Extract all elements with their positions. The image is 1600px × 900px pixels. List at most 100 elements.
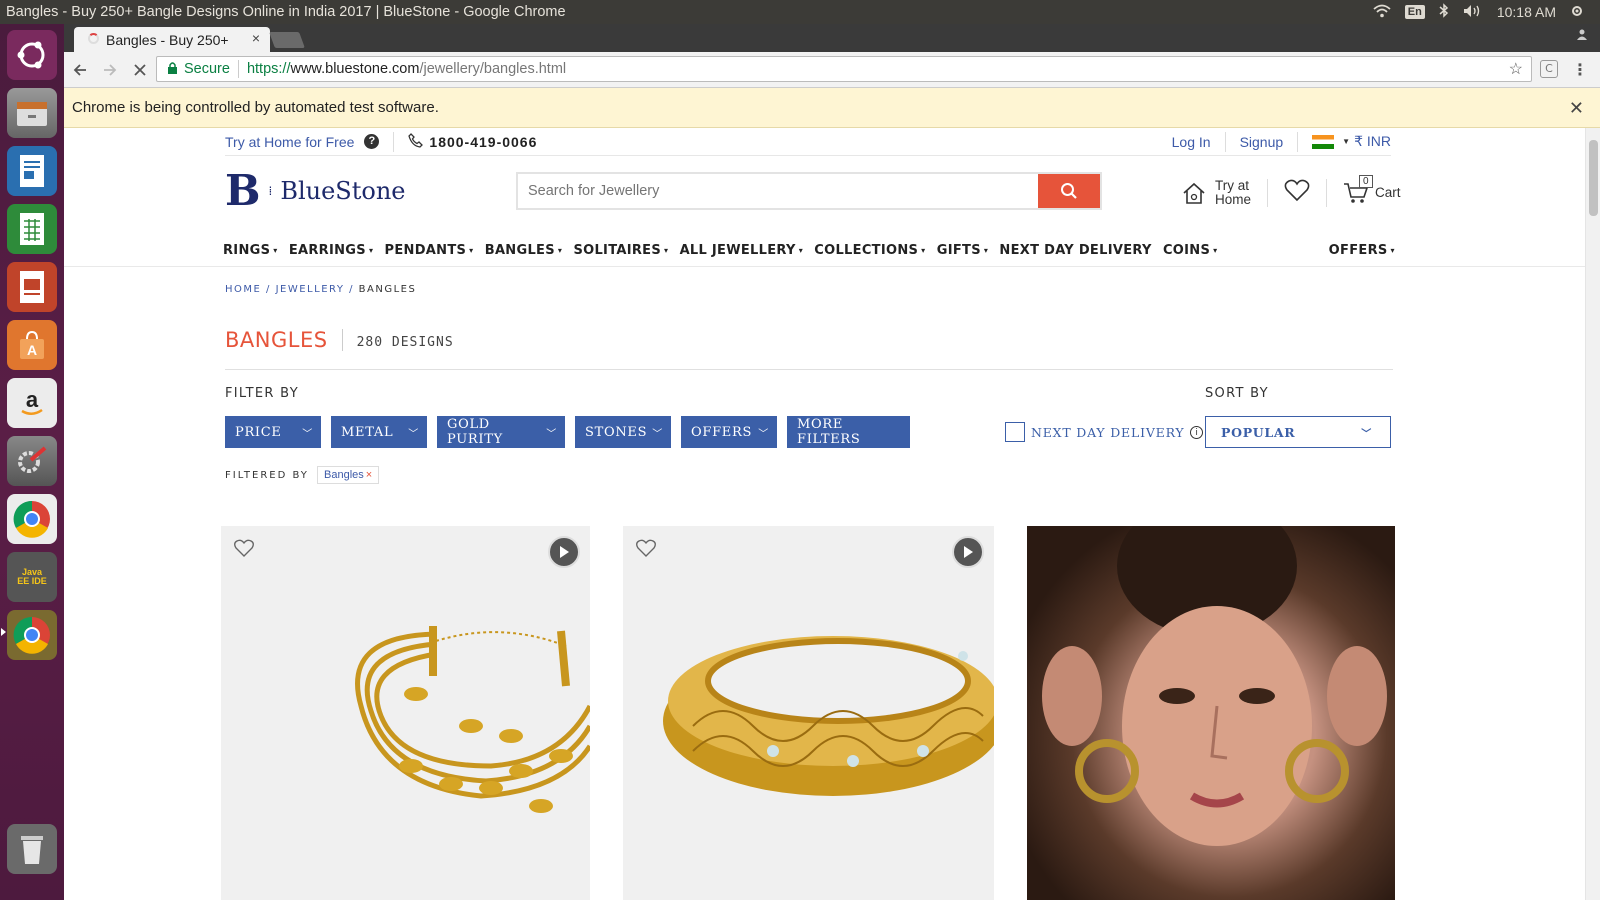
next-day-delivery-toggle[interactable]: NEXT DAY DELIVERY i xyxy=(1005,422,1204,442)
system-settings-icon[interactable] xyxy=(7,436,57,486)
product-card[interactable] xyxy=(221,526,590,900)
currency-caret-icon[interactable]: ▼ xyxy=(1342,137,1350,146)
filter-label: PRICE xyxy=(235,424,282,440)
nav-earrings[interactable]: EARRINGS ▾ xyxy=(289,236,373,264)
sort-value: POPULAR xyxy=(1221,424,1296,440)
java-ee-ide-label: Java EE IDE xyxy=(17,567,47,586)
product-image-bangle xyxy=(663,636,994,796)
nav-label: SOLITAIRES xyxy=(573,242,661,258)
next-day-delivery-checkbox[interactable] xyxy=(1005,422,1025,442)
power-gear-icon[interactable] xyxy=(1570,4,1584,21)
files-icon[interactable] xyxy=(7,88,57,138)
nav-bangles[interactable]: BANGLES ▾ xyxy=(485,236,562,264)
chrome-window: Bangles - Buy 250+ × Secure https:// www… xyxy=(64,24,1600,900)
nav-next-day-delivery[interactable]: NEXT DAY DELIVERY xyxy=(999,236,1151,264)
info-icon[interactable]: i xyxy=(1190,425,1204,439)
nav-offers[interactable]: OFFERS ▾ xyxy=(1329,236,1395,264)
title-divider xyxy=(341,329,343,351)
filter-price[interactable]: PRICE ﹀ xyxy=(225,416,321,448)
libreoffice-impress-icon[interactable] xyxy=(7,262,57,312)
nav-coins[interactable]: COINS ▾ xyxy=(1163,236,1218,264)
new-tab-button[interactable] xyxy=(269,32,305,48)
tab-close-icon[interactable]: × xyxy=(252,30,260,46)
java-ee-ide-icon[interactable]: Java EE IDE xyxy=(7,552,57,602)
bluestone-logo[interactable]: B ⁞ BlueStone xyxy=(225,170,406,212)
home-icon xyxy=(1183,182,1205,204)
nav-gifts[interactable]: GIFTS ▾ xyxy=(937,236,988,264)
next-day-delivery-label: NEXT DAY DELIVERY xyxy=(1031,424,1185,440)
secure-label[interactable]: Secure xyxy=(184,61,230,77)
help-icon[interactable]: ? xyxy=(364,134,380,149)
nav-rings[interactable]: RINGS ▾ xyxy=(223,236,278,264)
filter-label: OFFERS xyxy=(691,424,753,440)
tab-bangles[interactable]: Bangles - Buy 250+ × xyxy=(74,27,270,52)
filter-offers[interactable]: OFFERS ﹀ xyxy=(681,416,777,448)
model-portrait-image xyxy=(1042,526,1387,846)
page-title: BANGLES xyxy=(225,328,328,352)
product-card[interactable] xyxy=(623,526,994,900)
amazon-icon[interactable]: a xyxy=(7,378,57,428)
active-filter-chip[interactable]: Bangles × xyxy=(317,466,380,484)
remove-filter-icon[interactable]: × xyxy=(366,469,372,481)
sort-select[interactable]: POPULAR ﹀ xyxy=(1205,416,1391,448)
sort-by-label: SORT BY xyxy=(1205,386,1269,401)
design-count: 280 DESIGNS xyxy=(356,334,454,350)
logo-separator: ⁞ xyxy=(268,184,273,198)
chevron-down-icon: ▾ xyxy=(1390,245,1395,255)
chevron-down-icon: ▾ xyxy=(983,245,989,255)
libreoffice-calc-icon[interactable] xyxy=(7,204,57,254)
keyboard-layout-indicator[interactable]: En xyxy=(1404,5,1425,19)
nav-label: NEXT DAY DELIVERY xyxy=(999,242,1152,258)
page-scrollbar[interactable] xyxy=(1585,128,1600,900)
breadcrumb-home[interactable]: HOME xyxy=(225,284,261,295)
filter-gold-purity[interactable]: GOLD PURITY ﹀ xyxy=(437,416,565,448)
scrollbar-thumb[interactable] xyxy=(1589,140,1598,216)
extension-icon[interactable]: C xyxy=(1540,60,1558,78)
breadcrumb-jewellery[interactable]: JEWELLERY xyxy=(276,284,345,295)
chevron-down-icon: ▾ xyxy=(368,245,374,255)
cart-button[interactable]: 0 Cart xyxy=(1343,174,1401,205)
breadcrumb-separator: / xyxy=(344,284,359,295)
search-button[interactable] xyxy=(1038,174,1100,208)
bluetooth-icon[interactable] xyxy=(1439,3,1449,21)
filter-stones[interactable]: STONES ﹀ xyxy=(575,416,671,448)
nav-all-jewellery[interactable]: ALL JEWELLERY ▾ xyxy=(680,236,803,264)
volume-icon[interactable] xyxy=(1463,4,1483,21)
promo-photo-model[interactable] xyxy=(1027,526,1395,900)
login-link[interactable]: Log In xyxy=(1172,134,1211,150)
india-flag-icon[interactable] xyxy=(1312,134,1335,149)
lock-icon[interactable] xyxy=(167,61,178,77)
forward-button[interactable] xyxy=(96,56,124,84)
phone-number[interactable]: 1800-419-0066 xyxy=(429,134,537,150)
trash-icon[interactable] xyxy=(7,824,57,874)
infobar-close-icon[interactable]: ✕ xyxy=(1569,98,1584,119)
nav-label: EARRINGS xyxy=(288,242,366,258)
address-bar[interactable]: Secure https:// www.bluestone.com /jewel… xyxy=(156,56,1532,82)
ubuntu-dash-icon[interactable] xyxy=(7,30,57,80)
profile-icon[interactable] xyxy=(1572,26,1592,46)
currency-selector[interactable]: ₹ INR xyxy=(1354,133,1391,150)
nav-solitaires[interactable]: SOLITAIRES ▾ xyxy=(573,236,668,264)
wishlist-heart-icon[interactable] xyxy=(1284,178,1310,207)
search-input[interactable] xyxy=(518,174,1038,208)
more-filters-button[interactable]: MORE FILTERS xyxy=(787,416,910,448)
svg-text:a: a xyxy=(26,387,39,412)
nav-pendants[interactable]: PENDANTS ▾ xyxy=(385,236,474,264)
libreoffice-writer-icon[interactable] xyxy=(7,146,57,196)
back-button[interactable] xyxy=(66,56,94,84)
chrome-active-icon[interactable] xyxy=(7,610,57,660)
signup-link[interactable]: Signup xyxy=(1240,134,1284,150)
try-at-home-button[interactable]: Try at Home xyxy=(1181,178,1251,207)
chevron-down-icon: ﹀ xyxy=(652,428,663,440)
clock[interactable]: 10:18 AM xyxy=(1497,4,1556,20)
filter-metal[interactable]: METAL ﹀ xyxy=(331,416,427,448)
chrome-icon[interactable] xyxy=(7,494,57,544)
ubuntu-software-center-icon[interactable]: A xyxy=(7,320,57,370)
wifi-icon[interactable] xyxy=(1373,4,1391,21)
window-title: Bangles - Buy 250+ Bangle Designs Online… xyxy=(6,4,566,20)
nav-collections[interactable]: COLLECTIONS ▾ xyxy=(814,236,925,264)
try-home-free-link[interactable]: Try at Home for Free xyxy=(225,134,354,150)
chrome-menu-icon[interactable]: ⋮ xyxy=(1572,60,1588,79)
stop-button[interactable] xyxy=(126,56,154,84)
bookmark-star-icon[interactable]: ☆ xyxy=(1509,59,1523,79)
